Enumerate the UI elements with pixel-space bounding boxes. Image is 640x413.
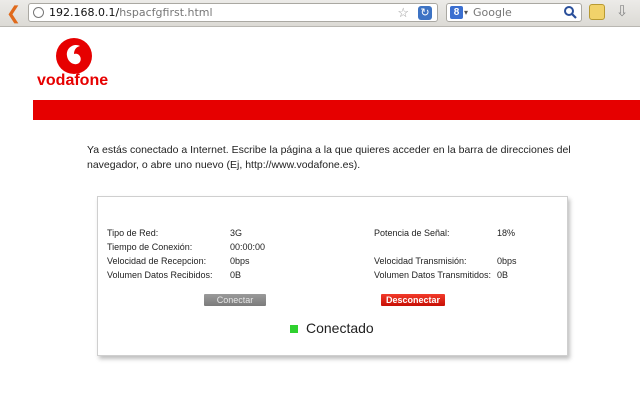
url-path: hspacfgfirst.html	[119, 6, 213, 19]
field-value: 18%	[497, 228, 516, 238]
chevron-down-icon[interactable]: ▾	[464, 5, 468, 20]
page-content: vodafone Ya estás conectado a Internet. …	[0, 27, 640, 413]
field-value: 0B	[230, 270, 242, 280]
vodafone-logo-icon	[56, 38, 92, 74]
field-label: Potencia de Señal:	[374, 228, 450, 238]
field-label: Velocidad Transmisión:	[374, 256, 467, 266]
brand-name: vodafone	[37, 72, 109, 89]
url-text[interactable]: 192.168.0.1/hspacfgfirst.html	[49, 6, 213, 20]
field-label: Velocidad de Recepcion:	[107, 256, 207, 266]
field-label: Tipo de Red:	[107, 228, 159, 238]
intro-text: Ya estás conectado a Internet. Escribe l…	[87, 144, 571, 171]
search-bar[interactable]: 8 ▾ Google	[446, 3, 582, 22]
field-value: 0bps	[230, 256, 250, 266]
field-value: 00:00:00	[230, 242, 266, 252]
field-value: 0bps	[497, 256, 517, 266]
globe-icon	[33, 7, 44, 18]
browser-toolbar: ❮ 192.168.0.1/hspacfgfirst.html ☆ ↻ 8 ▾ …	[0, 0, 640, 27]
bookmark-star-icon[interactable]: ☆	[397, 4, 409, 21]
connect-button[interactable]: Conectar	[204, 294, 266, 306]
status-indicator-icon	[290, 325, 298, 333]
connection-status: Conectado	[306, 320, 374, 336]
header-band	[33, 100, 640, 120]
back-icon[interactable]: ❮	[6, 3, 21, 23]
field-value: 3G	[230, 228, 243, 238]
field-label: Tiempo de Conexión:	[107, 242, 193, 252]
reload-icon[interactable]: ↻	[418, 6, 432, 20]
url-bar[interactable]: 192.168.0.1/hspacfgfirst.html ☆ ↻	[28, 3, 438, 22]
search-icon[interactable]	[563, 5, 578, 20]
url-host: 192.168.0.1/	[49, 6, 120, 19]
field-value: 0B	[497, 270, 509, 280]
disconnect-button[interactable]: Desconectar	[381, 294, 445, 306]
search-input[interactable]: Google	[473, 6, 512, 20]
field-label: Volumen Datos Transmitidos:	[374, 270, 492, 280]
status-panel: Tipo de Red: 3G Tiempo de Conexión: 00:0…	[97, 196, 568, 356]
addon-icon[interactable]	[589, 4, 605, 20]
download-icon[interactable]: ⇩	[615, 4, 629, 20]
field-label: Volumen Datos Recibidos:	[107, 270, 213, 280]
search-engine-icon[interactable]: 8	[450, 6, 463, 19]
